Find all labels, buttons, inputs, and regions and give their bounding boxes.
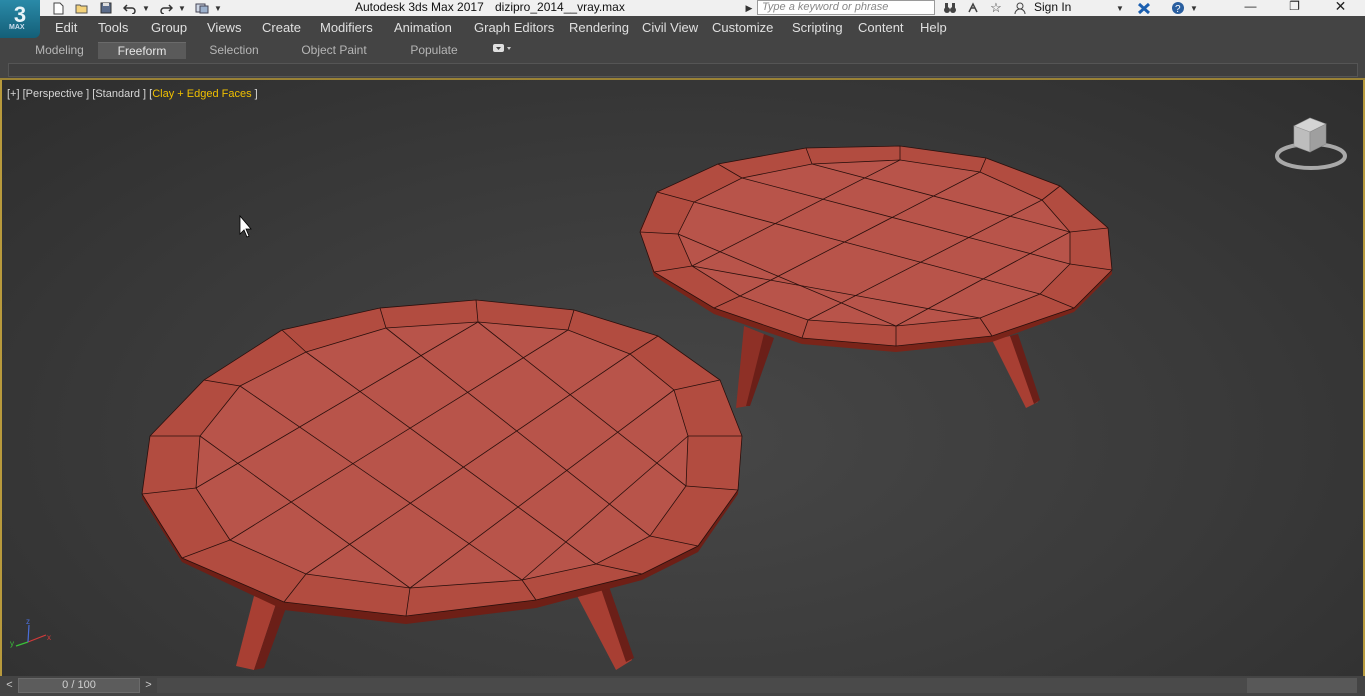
search-expand-arrow-icon[interactable]: ▶ — [744, 0, 754, 16]
menu-edit[interactable]: Edit — [55, 20, 77, 35]
project-folder-icon[interactable] — [192, 0, 212, 16]
ribbon-panel-area — [8, 63, 1358, 77]
menu-animation[interactable]: Animation — [394, 20, 452, 35]
svg-text:x: x — [47, 633, 51, 642]
file-name: dizipro_2014__vray.max — [495, 0, 625, 14]
time-slider-next-button[interactable]: > — [141, 678, 156, 693]
time-slider-track[interactable] — [157, 678, 1247, 693]
app-logo-subtext: MAX — [9, 24, 25, 31]
restore-window-icon[interactable]: ❐ — [1272, 0, 1317, 16]
time-slider-prev-button[interactable]: < — [2, 678, 17, 693]
perspective-viewport[interactable]: [+] [Perspective ] [Standard ] [Clay + E… — [0, 80, 1365, 676]
search-input[interactable]: Type a keyword or phrase — [757, 0, 935, 15]
undo-icon[interactable] — [120, 0, 140, 16]
new-file-icon[interactable] — [48, 0, 68, 16]
help-icon[interactable]: ? — [1168, 0, 1188, 16]
menu-modifiers[interactable]: Modifiers — [320, 20, 373, 35]
menu-civil-view[interactable]: Civil View — [642, 20, 698, 35]
tab-populate[interactable]: Populate — [390, 42, 478, 59]
menu-rendering[interactable]: Rendering — [569, 20, 629, 35]
subscription-icon[interactable] — [963, 0, 983, 16]
ribbon-tab-bar: Modeling Freeform Selection Object Paint… — [0, 40, 1365, 60]
ribbon-panel — [0, 60, 1365, 80]
tab-modeling[interactable]: Modeling — [22, 42, 97, 59]
menu-views[interactable]: Views — [207, 20, 241, 35]
undo-dropdown-icon[interactable]: ▼ — [140, 0, 152, 16]
menu-content[interactable]: Content — [858, 20, 904, 35]
menu-create[interactable]: Create — [262, 20, 301, 35]
main-menu-bar: Edit Tools Group Views Create Modifiers … — [0, 16, 1365, 40]
open-file-icon[interactable] — [72, 0, 92, 16]
axis-tripod-icon: x y z — [10, 617, 51, 648]
viewcube-icon[interactable] — [1274, 114, 1350, 174]
project-dropdown-icon[interactable]: ▼ — [212, 0, 224, 16]
menu-tools[interactable]: Tools — [98, 20, 128, 35]
title-bar: 3 MAX ▼ ▼ ▼ Autodesk 3ds Max 2017 dizipr… — [0, 0, 1365, 38]
user-icon[interactable] — [1010, 0, 1030, 16]
menu-help[interactable]: Help — [920, 20, 947, 35]
menu-group[interactable]: Group — [151, 20, 187, 35]
binoculars-icon[interactable] — [940, 0, 960, 16]
time-slider-thumb[interactable]: 0 / 100 — [18, 678, 140, 693]
menu-graph-editors[interactable]: Graph Editors — [474, 20, 554, 35]
menu-customize[interactable]: Customize — [712, 20, 773, 35]
help-dropdown-icon[interactable]: ▼ — [1188, 0, 1200, 16]
save-file-icon[interactable] — [96, 0, 116, 16]
exchange-apps-icon[interactable] — [1134, 0, 1154, 16]
mouse-cursor-icon — [239, 214, 252, 238]
close-window-icon[interactable]: ✕ — [1318, 0, 1363, 16]
ribbon-options-icon[interactable] — [486, 42, 516, 59]
tab-freeform[interactable]: Freeform — [98, 42, 186, 59]
minimize-window-icon[interactable]: — — [1228, 0, 1273, 16]
redo-icon[interactable] — [156, 0, 176, 16]
app-title: Autodesk 3ds Max 2017 — [355, 0, 484, 14]
menu-scripting[interactable]: Scripting — [792, 20, 843, 35]
scene-render: x y z — [10, 145, 1113, 670]
time-slider-bar: < 0 / 100 > — [0, 676, 1365, 696]
svg-text:z: z — [26, 617, 30, 626]
tab-object-paint[interactable]: Object Paint — [290, 42, 378, 59]
time-slider-track-end — [1247, 678, 1357, 693]
sign-in-dropdown-icon[interactable]: ▼ — [1114, 0, 1126, 16]
front-table — [141, 299, 743, 624]
tab-selection[interactable]: Selection — [190, 42, 278, 59]
svg-text:?: ? — [1175, 4, 1181, 15]
svg-text:y: y — [10, 639, 14, 648]
favorites-star-icon[interactable]: ☆ — [986, 0, 1006, 16]
app-logo-button[interactable]: 3 MAX — [0, 0, 40, 38]
sign-in-link[interactable]: Sign In — [1034, 0, 1071, 16]
redo-dropdown-icon[interactable]: ▼ — [176, 0, 188, 16]
back-table — [639, 145, 1113, 352]
